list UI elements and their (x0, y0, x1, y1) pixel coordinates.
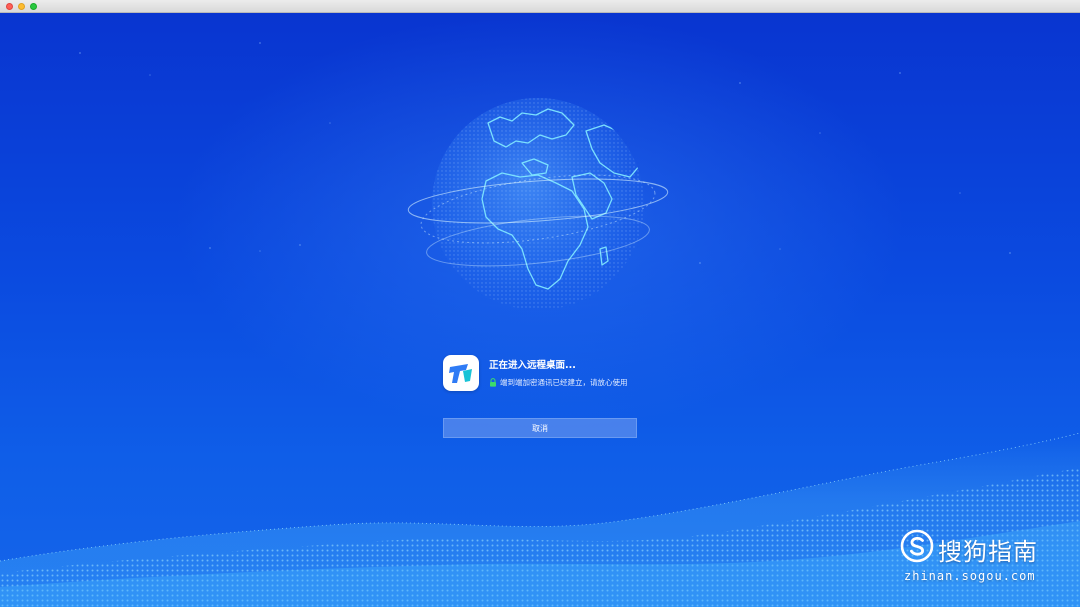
window-titlebar (0, 0, 1080, 13)
connecting-screen: 正在进入远程桌面... 端到端加密通讯已经建立，请放心使用 取消 搜狗指南 zh… (0, 13, 1080, 607)
remote-desktop-app-icon (443, 355, 479, 391)
lock-icon (490, 377, 496, 387)
watermark-url: zhinan.sogou.com (904, 569, 1036, 583)
security-status-text: 端到端加密通讯已经建立，请放心使用 (500, 377, 628, 387)
sogou-watermark: 搜狗指南 zhinan.sogou.com (896, 527, 1056, 587)
sogou-logo-icon (900, 529, 934, 563)
zoom-window-button[interactable] (30, 3, 37, 10)
minimize-window-button[interactable] (18, 3, 25, 10)
connection-status-card: 正在进入远程桌面... 端到端加密通讯已经建立，请放心使用 (443, 355, 703, 395)
connection-status-title: 正在进入远程桌面... (489, 360, 576, 371)
close-window-button[interactable] (6, 3, 13, 10)
security-status-line: 端到端加密通讯已经建立，请放心使用 (489, 376, 628, 388)
cancel-button[interactable]: 取消 (443, 418, 637, 438)
globe-icon (407, 98, 669, 310)
background-illustration (0, 42, 1080, 607)
watermark-brand: 搜狗指南 (938, 538, 1038, 566)
remote-desktop-window: 正在进入远程桌面... 端到端加密通讯已经建立，请放心使用 取消 搜狗指南 zh… (0, 0, 1080, 607)
